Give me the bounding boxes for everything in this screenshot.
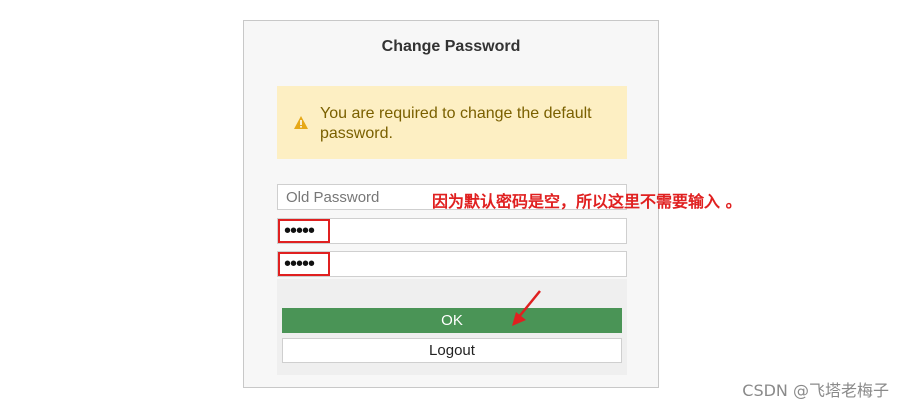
highlight-box-new-password: [278, 219, 330, 243]
warning-icon: [294, 116, 308, 129]
dialog-title: Change Password: [381, 38, 521, 55]
highlight-box-confirm-password: [278, 252, 330, 276]
watermark: CSDN @飞塔老梅子: [742, 381, 889, 400]
warning-message: You are required to change the default p…: [320, 105, 592, 142]
annotation-text: 因为默认密码是空，所以这里不需要输入 。: [432, 192, 742, 211]
logout-button[interactable]: Logout: [282, 338, 622, 363]
ok-button[interactable]: OK: [282, 308, 622, 333]
arrow-icon: [512, 290, 541, 326]
warning-banner: You are required to change the default p…: [277, 86, 627, 159]
